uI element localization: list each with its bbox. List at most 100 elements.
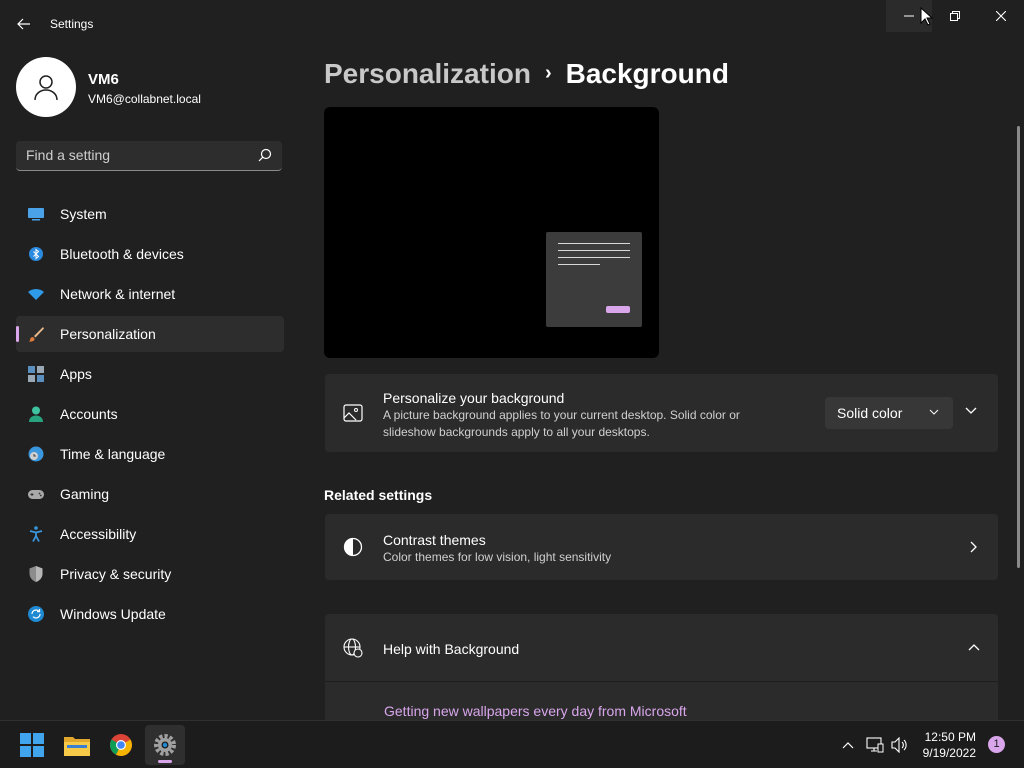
volume-icon[interactable] [890, 735, 910, 755]
card-title: Personalize your background [383, 390, 565, 406]
apps-icon [28, 366, 44, 382]
settings-taskbar-button[interactable] [145, 725, 185, 765]
notification-badge[interactable]: 1 [988, 736, 1005, 753]
sidebar-item-label: Bluetooth & devices [60, 246, 184, 262]
system-icon [28, 208, 44, 221]
settings-icon [154, 734, 176, 756]
back-button[interactable] [12, 12, 36, 36]
related-settings-heading: Related settings [324, 487, 433, 503]
sidebar-item-time-language[interactable]: Time & language [16, 436, 284, 472]
app-title: Settings [50, 17, 94, 31]
sidebar-item-label: Windows Update [60, 606, 166, 622]
preview-line [558, 264, 600, 265]
user-email: VM6@collabnet.local [88, 92, 201, 106]
preview-window [546, 232, 642, 327]
contrast-themes-card[interactable]: Contrast themes Color themes for low vis… [325, 514, 998, 580]
user-profile[interactable]: VM6 VM6@collabnet.local [16, 57, 201, 117]
user-name: VM6 [88, 71, 119, 88]
card-title: Help with Background [383, 641, 520, 657]
sidebar-item-label: Privacy & security [60, 566, 172, 582]
person-icon [29, 406, 43, 422]
sidebar-item-label: System [60, 206, 107, 222]
wallpaper-help-link[interactable]: Getting new wallpapers every day from Mi… [384, 703, 687, 719]
title-bar: Settings [0, 0, 1024, 48]
file-explorer-button[interactable] [57, 725, 97, 765]
person-icon [34, 75, 58, 101]
breadcrumb-parent[interactable]: Personalization [324, 58, 531, 89]
preview-line [558, 257, 630, 258]
restore-icon [950, 11, 960, 21]
sidebar-item-label: Personalization [60, 326, 156, 342]
preview-line [558, 243, 630, 244]
sidebar-item-accessibility[interactable]: Accessibility [16, 516, 284, 552]
clock-date: 9/19/2022 [922, 746, 976, 760]
minimize-icon [904, 15, 914, 17]
sidebar-item-label: Accounts [60, 406, 118, 422]
sidebar-item-system[interactable]: System [16, 196, 284, 232]
chrome-button[interactable] [101, 725, 141, 765]
file-explorer-icon [64, 737, 90, 756]
scrollbar[interactable] [1017, 126, 1020, 568]
picture-icon [342, 402, 364, 424]
card-description: A picture background applies to your cur… [383, 408, 740, 439]
sidebar-item-apps[interactable]: Apps [16, 356, 284, 392]
sidebar-item-label: Apps [60, 366, 92, 382]
dropdown-value: Solid color [837, 405, 903, 421]
card-description: Color themes for low vision, light sensi… [383, 550, 612, 564]
sidebar-nav: System Bluetooth & devices Network & int… [16, 196, 284, 636]
sidebar-item-personalization[interactable]: Personalization [16, 316, 284, 352]
preview-accent-button [606, 306, 630, 313]
gamepad-icon [28, 490, 44, 499]
avatar [16, 57, 76, 117]
help-card: Help with Background Getting new wallpap… [325, 614, 998, 720]
update-icon [28, 606, 44, 622]
sidebar-item-label: Time & language [60, 446, 166, 462]
globe-clock-icon [28, 446, 44, 462]
chevron-right-icon [970, 541, 977, 553]
back-arrow-icon [17, 18, 30, 30]
sidebar-item-privacy-security[interactable]: Privacy & security [16, 556, 284, 592]
wifi-icon [28, 289, 44, 300]
card-title: Contrast themes [383, 532, 486, 548]
globe-help-icon [342, 637, 364, 659]
start-icon [20, 733, 44, 757]
desktop-preview [324, 107, 659, 358]
chrome-icon [110, 734, 132, 756]
shield-icon [29, 566, 43, 582]
expand-chevron-icon[interactable] [965, 407, 977, 415]
background-setting-card: Personalize your background A picture ba… [325, 374, 998, 452]
help-header[interactable]: Help with Background [325, 614, 998, 682]
chevron-up-icon [968, 643, 980, 651]
search-input[interactable] [26, 147, 246, 163]
network-icon[interactable] [865, 735, 885, 755]
bluetooth-icon [29, 247, 43, 261]
breadcrumb-separator: › [544, 62, 552, 84]
accessibility-icon [29, 526, 43, 542]
close-button[interactable] [978, 0, 1024, 32]
sidebar-item-windows-update[interactable]: Windows Update [16, 596, 284, 632]
sidebar-item-network[interactable]: Network & internet [16, 276, 284, 312]
system-clock[interactable]: 12:50 PM 9/19/2022 [912, 729, 976, 761]
brush-icon [28, 327, 44, 342]
search-box[interactable] [16, 141, 282, 171]
sidebar-item-label: Network & internet [60, 286, 176, 302]
contrast-icon [342, 536, 364, 558]
sidebar-item-bluetooth[interactable]: Bluetooth & devices [16, 236, 284, 272]
mouse-cursor-icon [920, 7, 934, 26]
taskbar: 12:50 PM 9/19/2022 1 [0, 720, 1024, 768]
search-icon[interactable] [258, 148, 272, 167]
start-button[interactable] [12, 725, 52, 765]
sidebar-item-accounts[interactable]: Accounts [16, 396, 284, 432]
breadcrumb: Personalization › Background [324, 58, 729, 90]
chevron-up-icon[interactable] [838, 735, 858, 755]
sidebar-item-label: Gaming [60, 486, 110, 502]
clock-time: 12:50 PM [924, 730, 976, 744]
sidebar-item-gaming[interactable]: Gaming [16, 476, 284, 512]
background-type-dropdown[interactable]: Solid color [825, 397, 953, 429]
preview-line [558, 250, 630, 251]
page-title: Background [565, 58, 729, 89]
chevron-down-icon [929, 409, 939, 415]
restore-button[interactable] [932, 0, 978, 32]
close-icon [996, 11, 1006, 21]
sidebar-item-label: Accessibility [60, 526, 137, 542]
